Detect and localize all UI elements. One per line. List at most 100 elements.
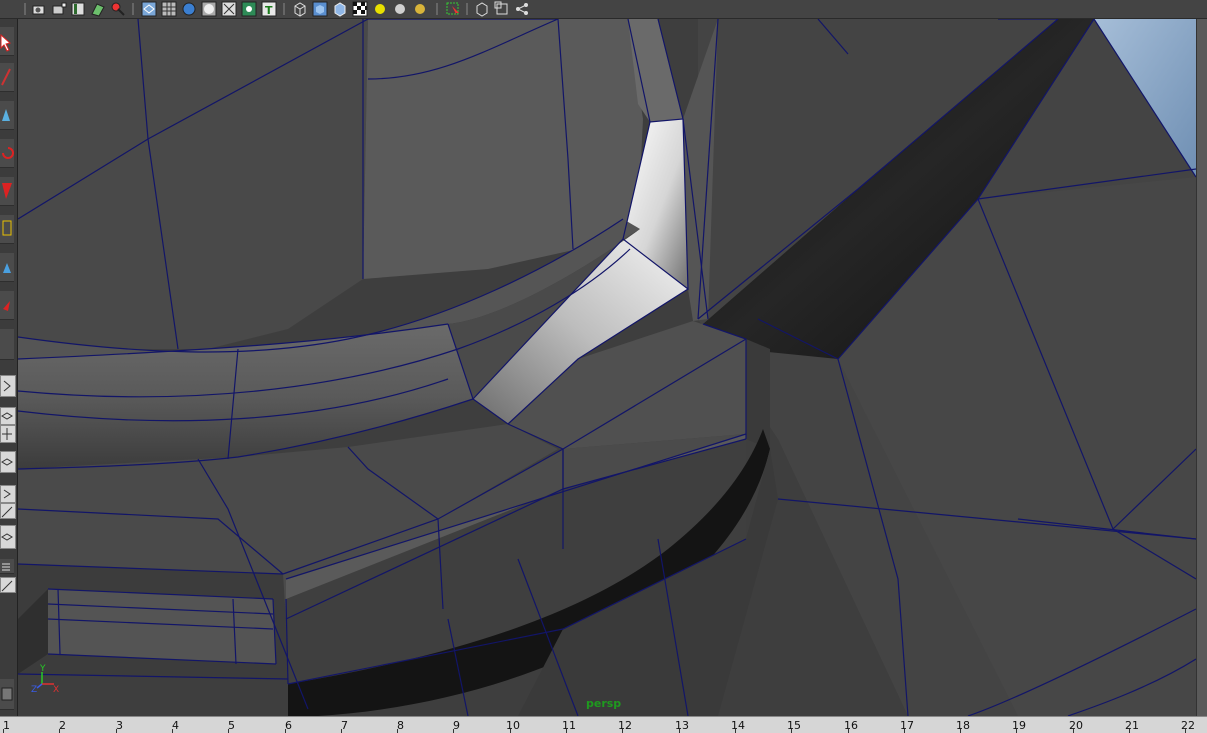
ruler-tick-label: 11 bbox=[562, 719, 576, 732]
bracket-side bbox=[746, 339, 770, 449]
ruler-tick-label: 21 bbox=[1125, 719, 1139, 732]
chevron-right-icon bbox=[3, 489, 11, 499]
plus-icon bbox=[2, 428, 12, 440]
ruler-tick-label: 22 bbox=[1181, 719, 1195, 732]
lasso-icon bbox=[1, 68, 11, 86]
chevron-right-icon bbox=[3, 380, 11, 392]
wireframe-icon[interactable] bbox=[141, 1, 157, 17]
ruler-tick-label: 20 bbox=[1069, 719, 1083, 732]
isolate-select-icon[interactable] bbox=[445, 1, 461, 17]
layout-single-button[interactable] bbox=[0, 375, 16, 397]
svg-text:T: T bbox=[265, 4, 273, 17]
ruler-tick-label: 17 bbox=[900, 719, 914, 732]
layout-persp-button[interactable] bbox=[0, 451, 16, 473]
rotate-tool-button[interactable] bbox=[0, 139, 14, 168]
ruler-tick-label: 16 bbox=[844, 719, 858, 732]
layout-four-button[interactable] bbox=[0, 407, 16, 425]
ruler-tick-label: 13 bbox=[675, 719, 689, 732]
rotate-icon bbox=[2, 147, 14, 159]
default-lighting-icon[interactable] bbox=[372, 1, 388, 17]
camera-name-label: persp bbox=[586, 697, 621, 710]
toolbar-separator bbox=[283, 3, 285, 15]
image-plane-icon[interactable] bbox=[90, 1, 106, 17]
layout-script-button[interactable] bbox=[0, 577, 16, 593]
shaded-cube-icon[interactable] bbox=[312, 1, 328, 17]
toolbar-separator bbox=[24, 3, 26, 15]
toolbar-separator bbox=[466, 3, 468, 15]
frame-selection-icon[interactable] bbox=[494, 1, 510, 17]
scale-icon bbox=[2, 183, 12, 199]
transform-tool-button[interactable] bbox=[0, 215, 14, 244]
list-icon bbox=[2, 563, 10, 571]
ruler-tick-label: 9 bbox=[453, 719, 460, 732]
script-editor-button[interactable] bbox=[0, 679, 14, 710]
z-axis-line bbox=[36, 683, 43, 689]
grease-pencil-icon[interactable] bbox=[110, 1, 126, 17]
z-axis-label: Z bbox=[31, 685, 37, 695]
shade-flat-icon[interactable] bbox=[201, 1, 217, 17]
layers-icon bbox=[1, 458, 13, 466]
ruler-tick-label: 6 bbox=[285, 719, 292, 732]
ruler-tick-label: 1 bbox=[3, 719, 10, 732]
last-tool-icon bbox=[3, 301, 10, 311]
all-lights-icon[interactable] bbox=[392, 1, 408, 17]
toolbar-separator bbox=[132, 3, 134, 15]
use-default-material-icon[interactable] bbox=[241, 1, 257, 17]
axis-gizmo: Y Z X bbox=[30, 664, 64, 696]
layout-hypershade-button[interactable] bbox=[0, 525, 16, 549]
last-tool-button[interactable] bbox=[0, 291, 14, 320]
lasso-tool-button[interactable] bbox=[0, 63, 14, 92]
soft-mod-icon bbox=[3, 263, 11, 273]
shadows-icon[interactable] bbox=[412, 1, 428, 17]
select-tool-button[interactable] bbox=[0, 27, 14, 56]
paint-tool-button[interactable] bbox=[0, 101, 14, 130]
panel-toolbar: T bbox=[0, 0, 1207, 19]
time-slider-ruler[interactable]: 1 2 3 4 5 6 7 8 9 10 11 12 13 14 15 16 17 18 19 20 21 22 bbox=[0, 716, 1207, 733]
ruler-tick-label: 19 bbox=[1012, 719, 1026, 732]
viewport-persp[interactable]: persp bbox=[18, 19, 1196, 716]
ruler-tick-label: 14 bbox=[731, 719, 745, 732]
textured-icon[interactable]: T bbox=[261, 1, 277, 17]
paint-brush-icon bbox=[2, 109, 10, 121]
layout-split-button[interactable] bbox=[0, 425, 16, 443]
viewport-side-scrollbar[interactable] bbox=[1196, 19, 1207, 716]
slot-inner bbox=[48, 589, 276, 664]
curve-icon bbox=[1, 506, 13, 518]
layout-graph-button[interactable] bbox=[0, 503, 16, 519]
tool-shelf bbox=[0, 19, 18, 716]
ruler-tick-label: 2 bbox=[59, 719, 66, 732]
ruler-tick-label: 18 bbox=[956, 719, 970, 732]
layout-outliner-button[interactable] bbox=[0, 485, 16, 503]
ruler-tick-label: 8 bbox=[397, 719, 404, 732]
bookmarks-icon[interactable] bbox=[70, 1, 86, 17]
ruler-tick-label: 12 bbox=[618, 719, 632, 732]
layers-icon bbox=[1, 533, 13, 541]
shelf-spacer bbox=[0, 329, 14, 360]
ruler-tick-label: 4 bbox=[172, 719, 179, 732]
transform-icon bbox=[2, 220, 12, 236]
xray-icon[interactable] bbox=[221, 1, 237, 17]
ruler-tick-label: 15 bbox=[787, 719, 801, 732]
scale-tool-button[interactable] bbox=[0, 177, 14, 206]
ruler-tick-label: 7 bbox=[341, 719, 348, 732]
wireframe-cube-icon[interactable] bbox=[292, 1, 308, 17]
layout-dopesheet-button[interactable] bbox=[0, 559, 14, 574]
grid-icon[interactable] bbox=[161, 1, 177, 17]
script-icon bbox=[1, 687, 13, 701]
smooth-shade-icon[interactable] bbox=[181, 1, 197, 17]
viewport-canvas[interactable]: persp bbox=[18, 19, 1196, 716]
ruler-tick-label: 10 bbox=[506, 719, 520, 732]
ruler-tick-label: 5 bbox=[228, 719, 235, 732]
frame-all-icon[interactable] bbox=[474, 1, 490, 17]
texture-checker-icon[interactable] bbox=[352, 1, 368, 17]
arrow-select-icon bbox=[0, 33, 12, 52]
back-wall-left bbox=[18, 19, 368, 349]
ruler-tick-label: 3 bbox=[116, 719, 123, 732]
camera-attributes-icon[interactable] bbox=[51, 1, 67, 17]
share-icon[interactable] bbox=[514, 1, 530, 17]
slash-icon bbox=[1, 580, 13, 592]
soft-mod-tool-button[interactable] bbox=[0, 253, 14, 282]
camera-icon[interactable] bbox=[31, 1, 47, 17]
wireframe-on-shaded-icon[interactable] bbox=[332, 1, 348, 17]
layers-icon bbox=[1, 412, 13, 420]
